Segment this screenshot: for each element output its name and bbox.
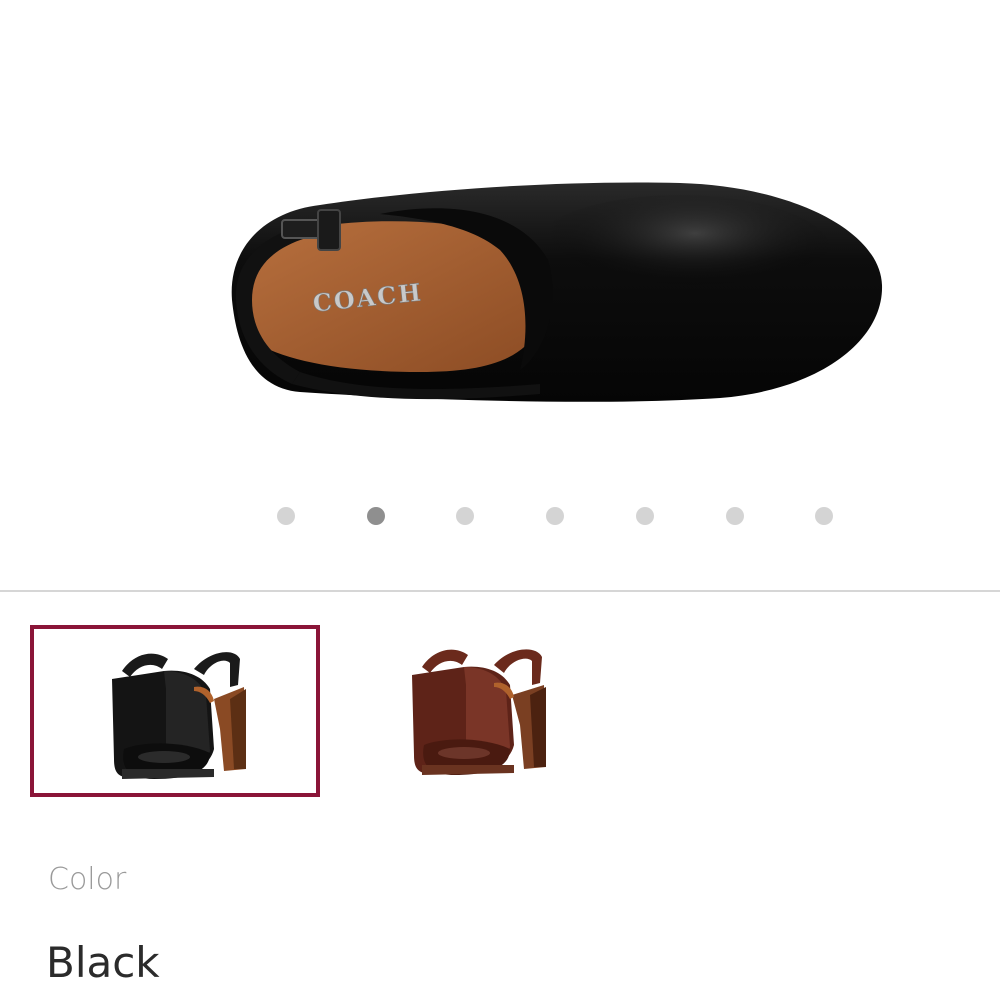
black-shoe-thumbnail	[112, 652, 246, 779]
carousel-dot-7[interactable]	[815, 507, 833, 525]
section-divider	[0, 590, 1000, 592]
carousel-dot-4[interactable]	[546, 507, 564, 525]
product-image-top-view[interactable]: COACH	[0, 0, 1000, 480]
carousel-dot-6[interactable]	[726, 507, 744, 525]
image-carousel-pager	[0, 505, 1000, 527]
carousel-dot-3[interactable]	[456, 507, 474, 525]
color-swatch-saddle[interactable]	[330, 625, 620, 797]
product-detail-page: COACH Color Black	[0, 0, 1000, 1000]
carousel-dot-5[interactable]	[636, 507, 654, 525]
carousel-dot-2[interactable]	[367, 507, 385, 525]
saddle-shoe-thumbnail	[412, 649, 546, 775]
carousel-dot-1[interactable]	[277, 507, 295, 525]
color-label: Color	[48, 862, 127, 897]
color-swatch-black[interactable]	[30, 625, 320, 797]
selected-color-value: Black	[46, 938, 160, 987]
